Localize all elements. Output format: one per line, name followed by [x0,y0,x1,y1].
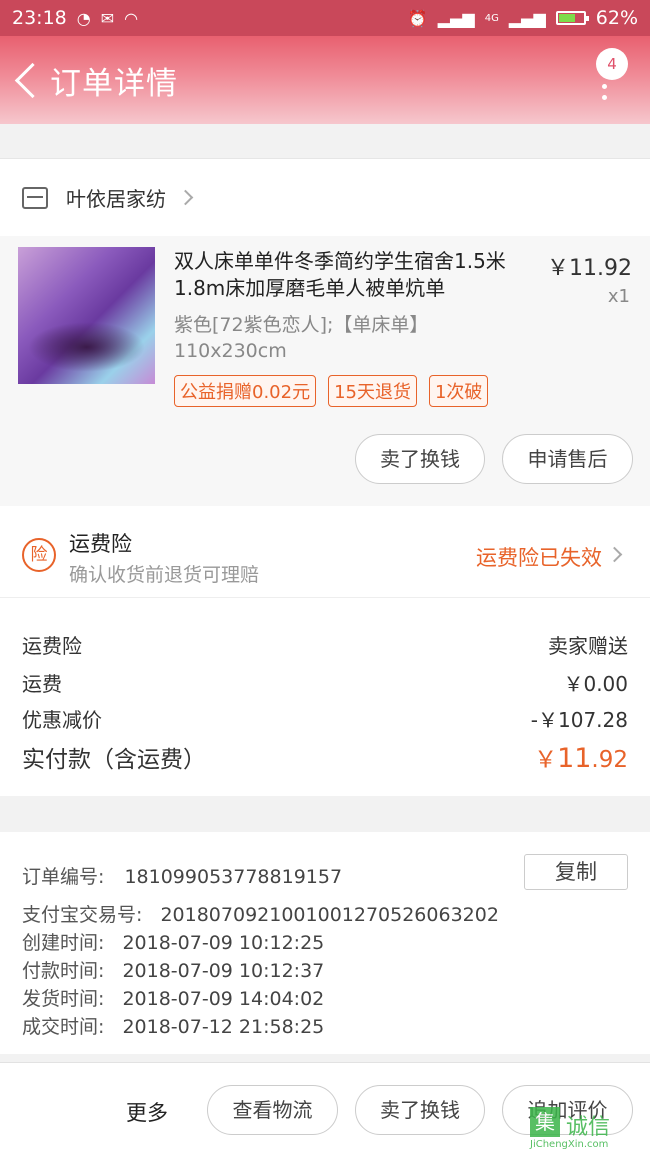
info-label: 发货时间: [22,988,105,1010]
info-value: 2018-07-09 10:12:37 [122,960,325,982]
total-currency: ￥ [534,747,558,773]
info-label: 订单编号: [22,866,105,888]
product-price: ￥11.92 [547,256,632,281]
order-number: 181099053778819157 [124,866,343,888]
order-info: 订单编号: 181099053778819157 复制 支付宝交易号: 2018… [0,832,650,1054]
more-button[interactable]: 更多 [126,1097,168,1127]
total-amount: ￥11.92 [534,740,628,774]
network-type-label: 4G [484,12,499,24]
insurance-icon: 险 [22,538,56,572]
info-label: 支付宝交易号: [22,904,143,926]
copy-button[interactable]: 复制 [524,854,628,890]
shop-name: 叶依居家纺 [66,187,166,211]
watermark-logo: 集 诚信 JiChengXin.com [526,1103,646,1151]
alarm-icon: ⏰ [407,8,428,28]
fee-summary: 运费险 卖家赠送 运费 ￥0.00 优惠减价 -￥107.28 实付款（含运费）… [0,598,650,796]
more-dots-icon [602,84,607,89]
info-value: 2018-07-09 14:04:02 [122,988,325,1010]
fee-row: 优惠减价 -￥107.28 [22,704,628,733]
battery-percent: 62% [595,7,638,29]
resell-button[interactable]: 卖了换钱 [355,1085,485,1135]
product-spec: 紫色[72紫色恋人];【单床单】110x230cm [174,314,429,362]
chevron-right-icon [606,546,623,563]
fee-label: 运费 [22,672,62,696]
total-integer: 11 [557,743,592,774]
fee-value: ￥0.00 [563,672,628,696]
insurance-title: 运费险 [69,532,132,556]
shipped-time-row: 发货时间: 2018-07-09 14:04:02 [22,984,324,1011]
app-header: 订单详情 4 [0,36,650,124]
tag-breakage: 1次破 [428,375,489,407]
info-value: 2018-07-09 10:12:25 [122,932,325,954]
bottom-action-bar: 更多 查看物流 卖了换钱 追加评价 集 诚信 JiChengXin.com [0,1062,650,1155]
mail-icon: ✉ [100,8,115,28]
total-paid-row: 实付款（含运费） ￥11.92 [22,740,628,774]
notification-badge: 4 [596,48,628,80]
product-thumbnail[interactable] [18,247,155,384]
insurance-subtitle: 确认收货前退货可理赔 [69,564,260,586]
product-item[interactable]: 双人床单单件冬季简约学生宿舍1.5米1.8m床加厚磨毛单人被单炕单 ￥11.92… [0,236,650,506]
wifi-signal-icon: ▂▄▆ [437,8,475,28]
info-label: 成交时间: [22,1016,105,1038]
created-time-row: 创建时间: 2018-07-09 10:12:25 [22,928,324,955]
watermark-url: JiChengXin.com [530,1139,609,1150]
shipping-insurance-row[interactable]: 险 运费险 确认收货前退货可理赔 运费险已失效 [0,506,650,598]
product-quantity: x1 [607,286,630,307]
tag-charity: 公益捐赠0.02元 [174,375,317,407]
shop-row[interactable]: 叶依居家纺 [0,158,650,236]
insurance-status: 运费险已失效 [476,546,602,570]
headset-icon: ◠ [124,8,139,28]
alipay-trade-row: 支付宝交易号: 2018070921001001270526063202 [22,900,499,927]
product-title: 双人床单单件冬季简约学生宿舍1.5米1.8m床加厚磨毛单人被单炕单 [174,249,506,300]
total-label: 实付款（含运费） [22,747,206,773]
fee-label: 运费险 [22,634,82,658]
order-number-row: 订单编号: 181099053778819157 [22,862,342,889]
total-decimal: .92 [591,747,628,773]
fee-row: 运费险 卖家赠送 [22,630,628,659]
app-notification-icon: ◔ [76,8,91,28]
chevron-right-icon [177,189,194,206]
alipay-trade-number: 2018070921001001270526063202 [160,904,499,926]
tag-return-policy: 15天退货 [328,375,417,407]
fee-row: 运费 ￥0.00 [22,668,628,697]
info-value: 2018-07-12 21:58:25 [122,1016,325,1038]
fee-value: 卖家赠送 [548,634,628,658]
watermark-mark: 集 [530,1107,560,1137]
fee-label: 优惠减价 [22,708,102,732]
page-title: 订单详情 [50,65,178,102]
paid-time-row: 付款时间: 2018-07-09 10:12:37 [22,956,324,983]
cell-signal-icon: ▂▄▆ [508,8,546,28]
status-time: 23:18 [12,7,67,29]
info-label: 付款时间: [22,960,105,982]
status-bar: 23:18 ◔ ✉ ◠ ⏰ ▂▄▆ 4G ▂▄▆ 62% [0,0,650,36]
view-logistics-button[interactable]: 查看物流 [207,1085,338,1135]
info-label: 创建时间: [22,932,105,954]
completed-time-row: 成交时间: 2018-07-12 21:58:25 [22,1012,324,1039]
battery-icon [555,11,589,25]
after-sales-button[interactable]: 申请售后 [502,434,633,484]
fee-value: -￥107.28 [530,708,628,732]
watermark-text: 诚信 [566,1115,611,1140]
back-arrow-icon[interactable] [6,50,50,110]
product-tags: 公益捐赠0.02元 15天退货 1次破 [174,375,489,407]
shop-icon [22,186,48,209]
resell-button[interactable]: 卖了换钱 [355,434,485,484]
more-menu-button[interactable]: 4 [592,44,628,108]
